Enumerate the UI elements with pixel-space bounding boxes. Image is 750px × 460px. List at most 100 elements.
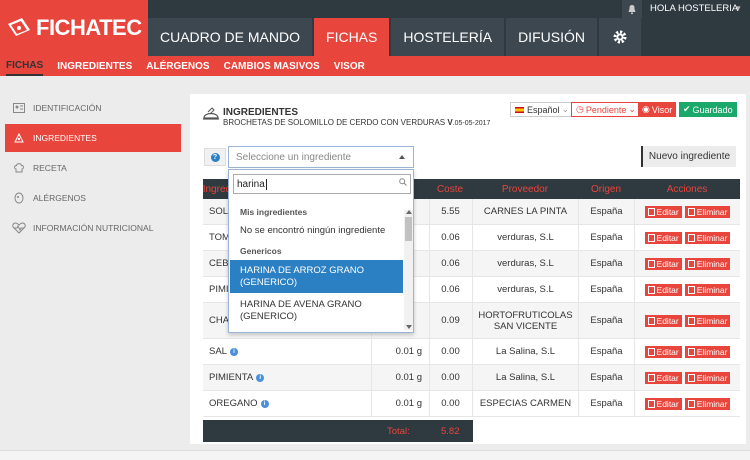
cell-actions: Editar Eliminar (634, 251, 740, 276)
cell-provider: verduras, S.L (472, 251, 578, 276)
allergen-icon (11, 191, 27, 205)
option-harina-arroz[interactable]: HARINA DE ARROZ GRANO (GENERICO) (230, 260, 403, 293)
delete-button[interactable]: Eliminar (684, 257, 731, 270)
edit-label: Editar (656, 232, 679, 243)
status-dropdown[interactable]: ◷ Pendiente ⌄ (571, 102, 641, 117)
table-row: PIMIENTA i 0.01 g 0.00 La Salina, S.L España E… (203, 365, 740, 391)
cell-origin: España (578, 225, 634, 250)
sidebar-item-informacion-nutricional[interactable]: INFORMACIÓN NUTRICIONAL (5, 214, 181, 242)
cell-origin: España (578, 277, 634, 302)
status-label: Pendiente (585, 104, 627, 115)
help-button[interactable]: ? (204, 148, 226, 166)
bottom-bar (0, 450, 750, 460)
cell-provider: La Salina, S.L (472, 365, 578, 390)
user-menu[interactable]: HOLA HOSTELERIA (650, 3, 738, 14)
language-dropdown[interactable]: Español ⌄ (510, 102, 575, 117)
new-ingredient-button[interactable]: Nuevo ingrediente (641, 146, 736, 167)
subnav-visor[interactable]: VISOR (334, 56, 365, 76)
sidebar-item-ingredientes[interactable]: INGREDIENTES (5, 124, 181, 152)
sidebar-item-label: INFORMACIÓN NUTRICIONAL (33, 223, 154, 233)
cell-origin: España (578, 303, 634, 338)
ingredient-name: CHA (209, 315, 230, 326)
bell-icon (628, 4, 636, 14)
ingredient-select[interactable]: Seleccione un ingrediente (228, 146, 414, 168)
total-bar: Total: 5.82 (203, 420, 473, 442)
delete-button[interactable]: Eliminar (684, 345, 731, 358)
gear-icon (613, 30, 627, 44)
subnav-cambios-masivos[interactable]: CAMBIOS MASIVOS (224, 56, 320, 76)
col-coste[interactable]: Coste (429, 179, 471, 199)
edit-button[interactable]: Editar (644, 231, 682, 244)
notifications-button[interactable] (622, 0, 642, 18)
sidebar-item-receta[interactable]: RECETA (5, 154, 181, 182)
subnav-alergenos[interactable]: ALÉRGENOS (146, 56, 209, 76)
topnav-cuadro-de-mando[interactable]: CUADRO DE MANDO (148, 18, 313, 56)
delete-button[interactable]: Eliminar (684, 371, 731, 384)
delete-button[interactable]: Eliminar (684, 397, 731, 410)
delete-button[interactable]: Eliminar (684, 205, 731, 218)
cell-origin: España (578, 391, 634, 416)
ingredient-search-input[interactable]: harina (233, 174, 411, 194)
dropdown-scrollbar[interactable] (404, 210, 413, 330)
visor-button[interactable]: ◉ Visor (638, 102, 677, 117)
sidebar-item-alergenos[interactable]: ALÉRGENOS (5, 184, 181, 212)
edit-button[interactable]: Editar (644, 397, 682, 410)
chevron-down-icon[interactable]: ▾ (736, 3, 741, 14)
chevron-down-icon: ⌄ (561, 104, 570, 114)
topnav-fichas[interactable]: FICHAS (314, 18, 390, 56)
delete-button[interactable]: Eliminar (684, 283, 731, 296)
sidebar-item-identificacion[interactable]: IDENTIFICACIÓN (5, 94, 181, 122)
ingredient-name: PIMIENTA (209, 372, 254, 383)
pencil-icon (647, 259, 655, 268)
edit-label: Editar (656, 258, 679, 269)
delete-label: Eliminar (696, 206, 728, 217)
cell-actions: Editar Eliminar (634, 303, 740, 338)
cell-provider: ESPECIAS CARMEN (472, 391, 578, 416)
topnav-difusion[interactable]: DIFUSIÓN (506, 18, 597, 56)
settings-button[interactable] (598, 18, 641, 56)
cell-cost: 0.00 (429, 339, 471, 364)
scroll-up-icon[interactable] (406, 210, 412, 214)
col-origen[interactable]: Origen (578, 179, 634, 199)
edit-button[interactable]: Editar (644, 345, 682, 358)
cell-cost: 0.06 (429, 277, 471, 302)
page-title: INGREDIENTES (223, 107, 299, 118)
id-card-icon (11, 101, 27, 115)
topnav-hosteleria[interactable]: HOSTELERÍA (391, 18, 505, 56)
edit-button[interactable]: Editar (644, 371, 682, 384)
scrollbar-thumb[interactable] (405, 217, 412, 241)
edit-button[interactable]: Editar (644, 283, 682, 296)
delete-button[interactable]: Eliminar (684, 314, 731, 327)
chef-hat-icon (11, 161, 27, 175)
edit-button[interactable]: Editar (644, 205, 682, 218)
delete-button[interactable]: Eliminar (684, 231, 731, 244)
edit-button[interactable]: Editar (644, 257, 682, 270)
caret-up-icon (399, 155, 405, 159)
cell-ingredient: PIMIENTA i (209, 365, 265, 390)
trash-icon (687, 207, 695, 216)
eye-icon: ◉ (642, 104, 650, 114)
subnav-ingredientes[interactable]: INGREDIENTES (57, 56, 132, 76)
edit-button[interactable]: Editar (644, 314, 682, 327)
text-cursor (265, 178, 267, 190)
saved-button[interactable]: ✔ Guardado (679, 102, 737, 117)
cell-actions: Editar Eliminar (634, 391, 740, 416)
logo-icon (8, 18, 30, 36)
chevron-down-icon: ⌄ (628, 104, 636, 114)
info-icon[interactable]: i (256, 373, 265, 382)
info-icon[interactable]: i (260, 399, 269, 408)
pencil-icon (647, 373, 655, 382)
delete-label: Eliminar (696, 398, 728, 409)
cell-cost: 0.00 (429, 365, 471, 390)
app-logo[interactable]: FICHATEC (0, 0, 148, 56)
info-icon[interactable]: i (229, 347, 238, 356)
scroll-down-icon[interactable] (406, 325, 412, 329)
search-icon (399, 178, 407, 186)
subnav-fichas[interactable]: FICHAS (6, 56, 44, 76)
cell-origin: España (578, 199, 634, 224)
option-harina-avena[interactable]: HARINA DE AVENA GRANO (GENERICO) (230, 294, 403, 327)
col-proveedor[interactable]: Proveedor (472, 179, 578, 199)
delete-label: Eliminar (696, 372, 728, 383)
trash-icon (687, 285, 695, 294)
language-label: Español (527, 104, 560, 115)
